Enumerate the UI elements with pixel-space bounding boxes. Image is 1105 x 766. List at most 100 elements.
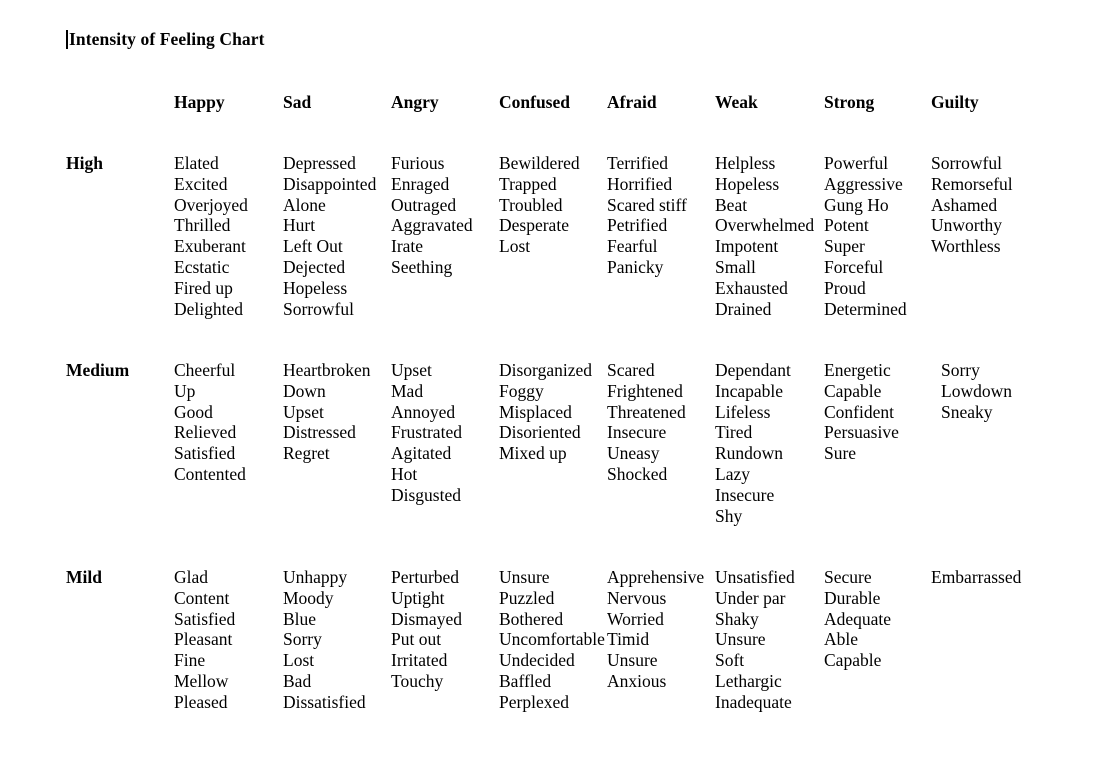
- feeling-word: Fearful: [607, 236, 658, 257]
- feeling-word: Persuasive: [824, 422, 899, 443]
- column-header-weak: Weak: [715, 92, 758, 112]
- feeling-word: Uptight: [391, 587, 445, 608]
- feeling-word: Up: [174, 380, 196, 401]
- feeling-word: Small: [715, 256, 756, 277]
- feeling-word: Furious: [391, 153, 445, 173]
- cell-high-strong: Powerful Aggressive Gung Ho Potent Super Forc…: [824, 153, 907, 319]
- feeling-word: Delighted: [174, 298, 244, 319]
- cell-medium-guilty: Sorry Lowdown Sneaky: [941, 360, 1012, 422]
- feeling-word: Moody: [283, 587, 334, 608]
- feeling-word: Threatened: [607, 401, 686, 422]
- feeling-word: Blue: [283, 608, 317, 629]
- page-title: Intensity of Feeling Chart: [69, 29, 265, 49]
- feeling-word: Sorrowful: [283, 298, 354, 319]
- feeling-word: Remorseful: [931, 173, 1013, 194]
- feeling-word: Panicky: [607, 256, 664, 277]
- feeling-word: Bewildered: [499, 153, 580, 173]
- feeling-word: Heartbroken: [283, 360, 371, 380]
- feeling-word: Undecided: [499, 650, 575, 671]
- feeling-word: Anxious: [607, 670, 667, 691]
- feeling-word: Aggravated: [391, 215, 473, 236]
- feeling-word: Determined: [824, 298, 907, 319]
- feeling-word: Baffled: [499, 670, 552, 691]
- feeling-word: Down: [283, 380, 326, 401]
- cell-high-afraid: Terrified Horrified Scared stiff Petrified F…: [607, 153, 687, 278]
- feeling-word: Embarrassed: [931, 567, 1022, 587]
- feeling-word: Powerful: [824, 153, 889, 173]
- feeling-word: Glad: [174, 567, 209, 587]
- feeling-word: Insecure: [715, 484, 775, 505]
- feeling-word: Troubled: [499, 194, 563, 215]
- column-header-angry: Angry: [391, 92, 439, 112]
- feeling-word: Frightened: [607, 380, 683, 401]
- feeling-word: Dejected: [283, 256, 346, 277]
- feeling-word: Disgusted: [391, 484, 461, 505]
- feeling-word: Trapped: [499, 173, 557, 194]
- feeling-word: Relieved: [174, 422, 237, 443]
- feeling-word: Misplaced: [499, 401, 572, 422]
- feeling-word: Shaky: [715, 608, 759, 629]
- feeling-word: Exhausted: [715, 277, 788, 298]
- feeling-word: Irate: [391, 236, 424, 257]
- feeling-word: Bad: [283, 670, 312, 691]
- feeling-word: Dissatisfied: [283, 691, 366, 712]
- feeling-word: Under par: [715, 587, 786, 608]
- feeling-word: Proud: [824, 277, 866, 298]
- feeling-word: Perturbed: [391, 567, 460, 587]
- feeling-word: Drained: [715, 298, 772, 319]
- feeling-word: Dependant: [715, 360, 791, 380]
- feeling-word: Unworthy: [931, 215, 1002, 236]
- feeling-word: Thrilled: [174, 215, 231, 236]
- feeling-word: Overjoyed: [174, 194, 248, 215]
- feeling-word: Unsure: [607, 650, 658, 671]
- feeling-word: Ecstatic: [174, 256, 230, 277]
- feeling-word: Overwhelmed: [715, 215, 815, 236]
- feeling-word: Outraged: [391, 194, 457, 215]
- feeling-word: Puzzled: [499, 587, 555, 608]
- feeling-word: Rundown: [715, 443, 784, 464]
- feeling-word: Regret: [283, 443, 330, 464]
- feeling-word: Elated: [174, 153, 219, 173]
- cell-medium-confused: Disorganized Foggy Misplaced Disoriented Mix…: [499, 360, 592, 464]
- cell-medium-happy: Cheerful Up Good Relieved Satisfied Contented: [174, 360, 246, 485]
- feeling-word: Content: [174, 587, 230, 608]
- feeling-word: Alone: [283, 194, 326, 215]
- cell-high-confused: Bewildered Trapped Troubled Desperate Lost: [499, 153, 580, 257]
- feeling-word: Beat: [715, 194, 748, 215]
- feeling-word: Seething: [391, 256, 453, 277]
- feeling-word: Shocked: [607, 463, 668, 484]
- cell-mild-weak: Unsatisfied Under par Shaky Unsure Soft Letha…: [715, 567, 795, 713]
- feeling-word: Inadequate: [715, 691, 792, 712]
- feeling-word: Incapable: [715, 380, 784, 401]
- feeling-word: Hopeless: [283, 277, 348, 298]
- feeling-word: Sure: [824, 443, 857, 464]
- feeling-word: Scared stiff: [607, 194, 687, 215]
- feeling-word: Fine: [174, 650, 206, 671]
- feeling-word: Petrified: [607, 215, 668, 236]
- cell-high-guilty: Sorrowful Remorseful Ashamed Unworthy Worthl…: [931, 153, 1013, 257]
- feeling-word: Super: [824, 236, 865, 257]
- feeling-word: Disorganized: [499, 360, 592, 380]
- cell-medium-sad: Heartbroken Down Upset Distressed Regret: [283, 360, 370, 464]
- feeling-word: Bothered: [499, 608, 564, 629]
- feeling-word: Upset: [391, 360, 432, 380]
- cell-mild-strong: Secure Durable Adequate Able Capable: [824, 567, 891, 671]
- feeling-word: Mad: [391, 380, 424, 401]
- feeling-word: Sorry: [941, 360, 980, 380]
- feeling-word: Irritated: [391, 650, 448, 671]
- feeling-word: Confident: [824, 401, 894, 422]
- feeling-word: Touchy: [391, 670, 444, 691]
- feeling-word: Lifeless: [715, 401, 771, 422]
- feeling-word: Aggressive: [824, 173, 903, 194]
- feeling-word: Annoyed: [391, 401, 456, 422]
- feeling-word: Dismayed: [391, 608, 462, 629]
- feeling-word: Lowdown: [941, 380, 1012, 401]
- feeling-word: Satisfied: [174, 443, 236, 464]
- feeling-word: Excited: [174, 173, 228, 194]
- feeling-word: Tired: [715, 422, 753, 443]
- feeling-word: Lethargic: [715, 670, 782, 691]
- feeling-word: Disoriented: [499, 422, 581, 443]
- feeling-word: Put out: [391, 629, 442, 650]
- feeling-word: Sneaky: [941, 401, 993, 422]
- cell-high-happy: Elated Excited Overjoyed Thrilled Exuberant E…: [174, 153, 248, 319]
